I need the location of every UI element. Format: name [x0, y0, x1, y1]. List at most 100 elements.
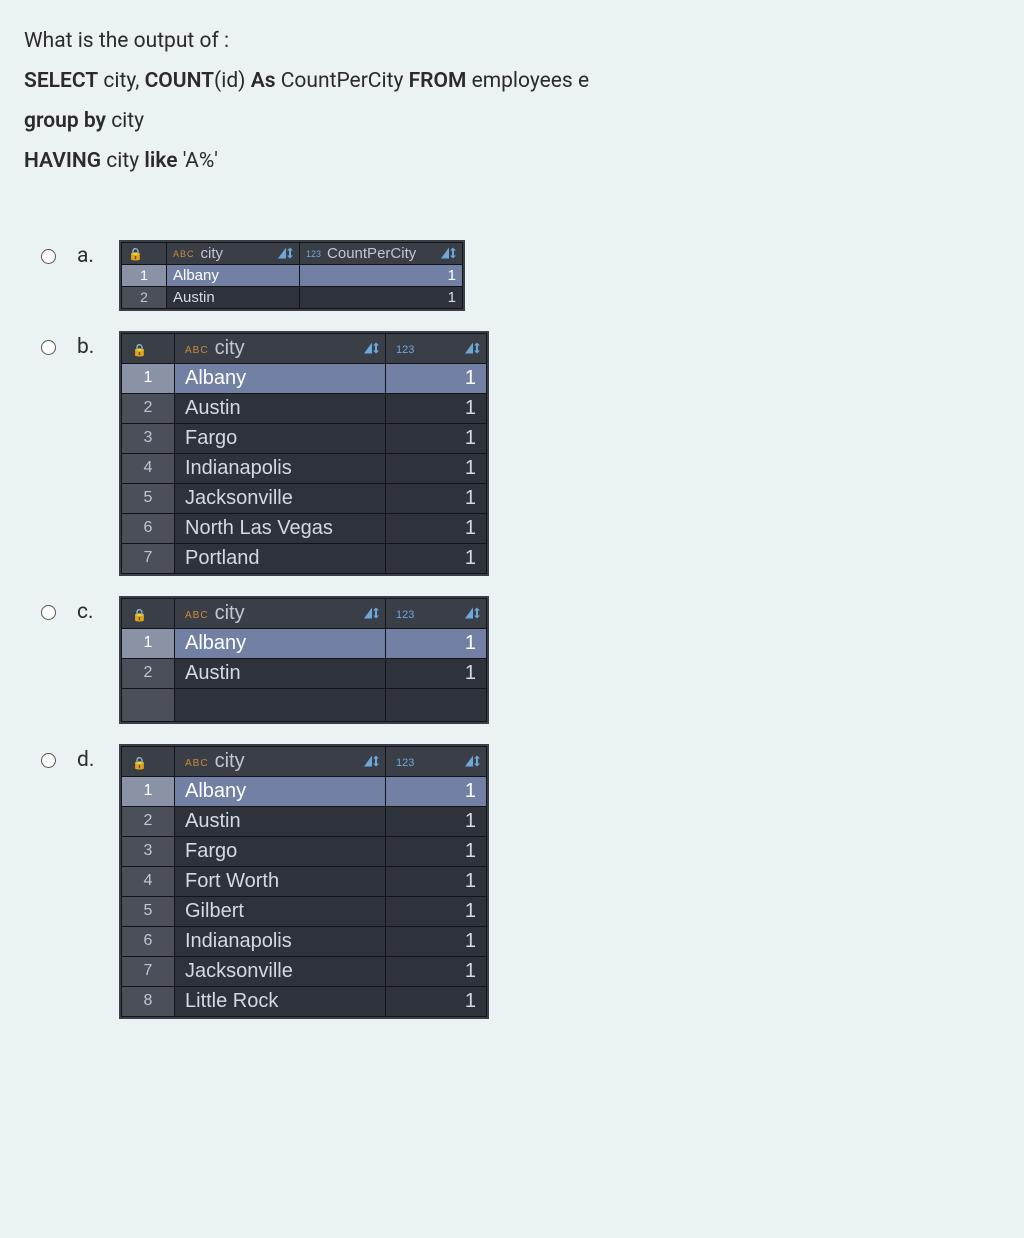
abc-tag: ABC: [185, 610, 209, 621]
count-cell: 1: [386, 543, 487, 573]
table-row: 3Fargo1: [122, 423, 487, 453]
lock-header: 🔒: [122, 242, 167, 264]
abc-tag: ABC: [173, 249, 195, 259]
city-cell: Little Rock: [175, 986, 386, 1016]
question-line-1: What is the output of :: [24, 22, 1000, 62]
table-row: 5Jacksonville1: [122, 483, 487, 513]
sql-line-3: HAVING city like 'A%': [24, 142, 1000, 182]
lock-icon: 🔒: [132, 608, 147, 622]
row-number: 1: [122, 628, 175, 658]
option-d-radio[interactable]: [41, 753, 56, 768]
city-header: ABC city: [167, 242, 300, 264]
row-number: 4: [122, 866, 175, 896]
city-header-label: city: [215, 337, 245, 359]
table-row: 4Fort Worth1: [122, 866, 487, 896]
option-b-table-wrapper: 🔒ABCcity1231Albany12Austin13Fargo14India…: [121, 333, 487, 574]
table-row: 2Austin1: [122, 806, 487, 836]
city-cell: Indianapolis: [175, 926, 386, 956]
count-cell: 1: [386, 628, 487, 658]
count-cell: 1: [386, 453, 487, 483]
city-cell: Jacksonville: [175, 483, 386, 513]
city-cell: Fargo: [175, 423, 386, 453]
sort-icon: [465, 608, 480, 619]
city-cell: Albany: [175, 776, 386, 806]
option-d-table-wrapper: 🔒ABCcity1231Albany12Austin13Fargo14Fort …: [121, 746, 487, 1017]
table-row: 5Gilbert1: [122, 896, 487, 926]
result-table-b: 🔒ABCcity1231Albany12Austin13Fargo14India…: [121, 333, 487, 574]
city-cell: Albany: [167, 264, 300, 286]
num-tag: 123: [396, 344, 414, 356]
table-row: 1Albany1: [122, 628, 487, 658]
row-number: [122, 688, 175, 721]
count-header: 123: [386, 333, 487, 363]
option-d: d. 🔒ABCcity1231Albany12Austin13Fargo14Fo…: [36, 746, 1000, 1017]
count-cell: 1: [386, 393, 487, 423]
table-row: 8Little Rock1: [122, 986, 487, 1016]
option-c-radio[interactable]: [41, 605, 56, 620]
row-number: 2: [122, 658, 175, 688]
count-header: 123: [386, 598, 487, 628]
city-header-label: city: [215, 602, 245, 624]
count-cell: 1: [300, 286, 463, 308]
count-cell: 1: [386, 483, 487, 513]
count-cell: 1: [386, 986, 487, 1016]
city-cell: Austin: [167, 286, 300, 308]
count-header: 123: [386, 746, 487, 776]
option-c-table-wrapper: 🔒 ABC city 123 1Albany12Austin1: [121, 598, 487, 722]
table-row: 2Austin1: [122, 286, 463, 308]
count-cell: 1: [386, 866, 487, 896]
num-tag: 123: [396, 757, 414, 769]
city-header-label: city: [201, 245, 224, 262]
city-cell: [175, 688, 386, 721]
option-a-radio[interactable]: [41, 249, 56, 264]
lock-header: 🔒: [122, 333, 175, 363]
city-cell: Fargo: [175, 836, 386, 866]
row-number: 2: [122, 806, 175, 836]
row-number: 1: [122, 776, 175, 806]
table-row: 1Albany1: [122, 264, 463, 286]
count-cell: 1: [386, 363, 487, 393]
row-number: 2: [122, 393, 175, 423]
row-number: 1: [122, 363, 175, 393]
table-row: 4Indianapolis1: [122, 453, 487, 483]
city-header-label: city: [215, 750, 245, 772]
lock-icon: 🔒: [128, 247, 143, 261]
sort-icon: [465, 343, 480, 354]
table-row: 6North Las Vegas1: [122, 513, 487, 543]
table-row: 1Albany1: [122, 776, 487, 806]
sort-icon: [441, 248, 456, 259]
option-a-label: a.: [77, 244, 103, 268]
table-row: 6Indianapolis1: [122, 926, 487, 956]
table-row: 1Albany1: [122, 363, 487, 393]
row-number: 3: [122, 423, 175, 453]
table-row: 7Jacksonville1: [122, 956, 487, 986]
table-row: 2Austin1: [122, 393, 487, 423]
option-a-table-wrapper: 🔒ABCcity123CountPerCity1Albany12Austin1: [121, 242, 463, 309]
row-number: 4: [122, 453, 175, 483]
row-number: 5: [122, 483, 175, 513]
row-number: 8: [122, 986, 175, 1016]
sort-icon: [364, 608, 379, 619]
city-cell: Austin: [175, 806, 386, 836]
count-cell: 1: [386, 926, 487, 956]
count-cell: 1: [386, 836, 487, 866]
option-c-label: c.: [77, 600, 103, 624]
abc-tag: ABC: [185, 345, 209, 356]
count-cell: 1: [386, 956, 487, 986]
row-number: 1: [122, 264, 167, 286]
num-tag: 123: [306, 249, 321, 259]
city-cell: Austin: [175, 658, 386, 688]
row-number: 6: [122, 513, 175, 543]
option-a: a. 🔒ABCcity123CountPerCity1Albany12Austi…: [36, 242, 1000, 309]
city-cell: Albany: [175, 628, 386, 658]
option-b-radio[interactable]: [41, 340, 56, 355]
option-b: b. 🔒ABCcity1231Albany12Austin13Fargo14In…: [36, 333, 1000, 574]
row-number: 6: [122, 926, 175, 956]
num-tag: 123: [396, 609, 414, 621]
count-cell: 1: [300, 264, 463, 286]
option-d-label: d.: [77, 748, 103, 772]
city-header: ABCcity: [175, 746, 386, 776]
lock-icon: 🔒: [132, 756, 147, 770]
city-header: ABC city: [175, 598, 386, 628]
city-header: ABC city: [175, 333, 386, 363]
